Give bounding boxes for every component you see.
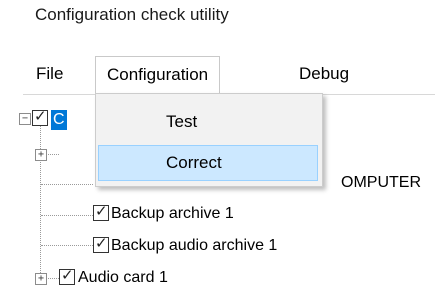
menu-debug[interactable]: Debug: [288, 56, 360, 92]
menu-configuration[interactable]: Configuration: [95, 56, 221, 94]
configuration-dropdown-menu: Test Correct: [95, 93, 323, 187]
tree-node-label[interactable]: Backup archive 1: [111, 204, 234, 224]
menu-file[interactable]: File: [25, 56, 74, 92]
tree-root-label[interactable]: C: [51, 110, 67, 130]
tree-node-label[interactable]: OMPUTER: [341, 173, 421, 193]
menu-bar: File Configuration Debug: [23, 56, 435, 94]
tree-node-label[interactable]: Audio card 1: [78, 268, 168, 288]
tree-connector: [41, 184, 93, 185]
node-checkbox[interactable]: ✓: [59, 267, 75, 285]
expand-icon[interactable]: +: [35, 273, 47, 285]
tree-connector: [41, 245, 93, 246]
tree-connector: [41, 215, 93, 216]
checkmark-icon: ✓: [95, 203, 108, 220]
collapse-icon[interactable]: −: [19, 113, 31, 125]
menu-item-correct[interactable]: Correct: [98, 145, 318, 181]
checkmark-icon: ✓: [61, 267, 74, 284]
tree-node-label[interactable]: Backup audio archive 1: [111, 236, 277, 256]
node-checkbox[interactable]: ✓: [93, 203, 109, 221]
expand-icon[interactable]: +: [35, 149, 47, 161]
checkmark-icon: ✓: [34, 108, 47, 125]
menu-item-test[interactable]: Test: [98, 104, 318, 140]
window-title: Configuration check utility: [35, 5, 229, 24]
node-checkbox[interactable]: ✓: [93, 235, 109, 253]
root-checkbox[interactable]: ✓: [32, 108, 48, 126]
checkmark-icon: ✓: [95, 235, 108, 252]
